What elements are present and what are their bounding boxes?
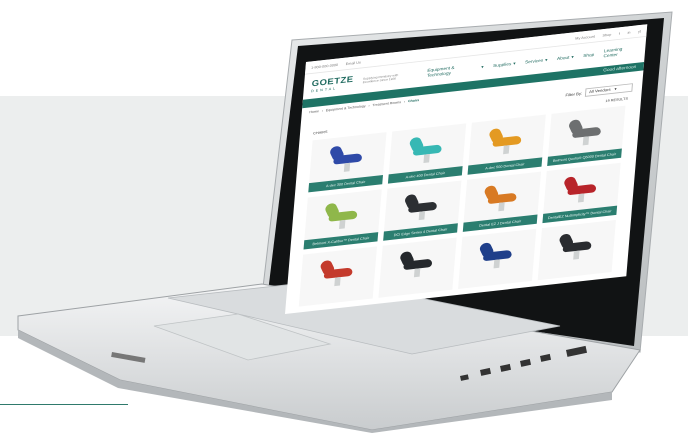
product-card[interactable]: Belmont X-Calibur™ Dental Chair: [303, 189, 382, 250]
chair-image[interactable]: [397, 246, 439, 279]
chevron-down-icon: ▾: [571, 54, 574, 61]
goetze-logo[interactable]: GOETZE DENTAL: [311, 75, 354, 93]
crumb-treatment-rooms[interactable]: Treatment Rooms: [372, 101, 401, 108]
chair-image[interactable]: [406, 132, 448, 165]
email-link[interactable]: Email Us: [346, 60, 362, 66]
product-card[interactable]: Dental EZ J Dental Chair: [462, 171, 542, 232]
product-card[interactable]: A-dec 300 Dental Chair: [308, 132, 387, 193]
facebook-icon[interactable]: f: [619, 31, 620, 35]
nav-equipment[interactable]: Equipment & Technology ▾: [427, 62, 484, 79]
phone-text[interactable]: 1-800-000-0000: [311, 62, 338, 69]
chair-image[interactable]: [561, 171, 603, 204]
my-account-link[interactable]: My Account: [575, 34, 595, 40]
tagline: Supplying Dentistry with Excellence Sinc…: [362, 73, 399, 85]
chair-image[interactable]: [317, 255, 359, 288]
chevron-down-icon: ▾: [481, 64, 484, 71]
chevron-down-icon: ▾: [614, 86, 617, 92]
chair-image[interactable]: [481, 180, 523, 213]
chair-image[interactable]: [556, 229, 598, 262]
linkedin-icon[interactable]: in: [627, 30, 630, 35]
crumb-chairs: Chairs: [407, 98, 420, 104]
nav-about[interactable]: About ▾: [557, 55, 574, 62]
product-card[interactable]: DCI Edge Series 4 Dental Chair: [383, 180, 462, 241]
product-card[interactable]: [378, 237, 457, 298]
chair-image[interactable]: [486, 123, 528, 156]
chair-image[interactable]: [402, 189, 444, 222]
chevron-down-icon: ▾: [512, 61, 516, 67]
nav-services[interactable]: Services ▾: [525, 58, 548, 66]
chair-image[interactable]: [566, 114, 608, 147]
product-card[interactable]: A-dec 500 Dental Chair: [467, 114, 546, 175]
chevron-down-icon: ▾: [544, 57, 548, 64]
website-screen: 1-800-000-0000 Email Us My Account Shop …: [285, 24, 648, 314]
cart-link[interactable]: Shop: [602, 32, 611, 37]
chair-image[interactable]: [327, 141, 369, 174]
product-card[interactable]: DentalEZ NuSimplicity™ Dental Chair: [542, 162, 621, 224]
product-card[interactable]: [458, 228, 537, 290]
product-card[interactable]: [298, 246, 378, 307]
product-card[interactable]: Belmont Quolis® Q5000 Dental Chair: [547, 105, 626, 166]
youtube-icon[interactable]: yt: [638, 29, 641, 34]
nav-supplies[interactable]: Supplies ▾: [493, 61, 516, 69]
chair-image[interactable]: [476, 237, 518, 270]
nav-learning-center[interactable]: Learning Center: [603, 45, 638, 59]
product-card[interactable]: A-dec 400 Dental Chair: [387, 123, 467, 184]
section-title: CHAIRS: [313, 129, 328, 135]
filter-label: Filter By:: [565, 90, 583, 97]
crumb-home[interactable]: Home: [309, 110, 319, 114]
nav-shop[interactable]: Shop: [583, 53, 594, 59]
product-card[interactable]: [537, 219, 616, 281]
chair-image[interactable]: [322, 198, 364, 231]
